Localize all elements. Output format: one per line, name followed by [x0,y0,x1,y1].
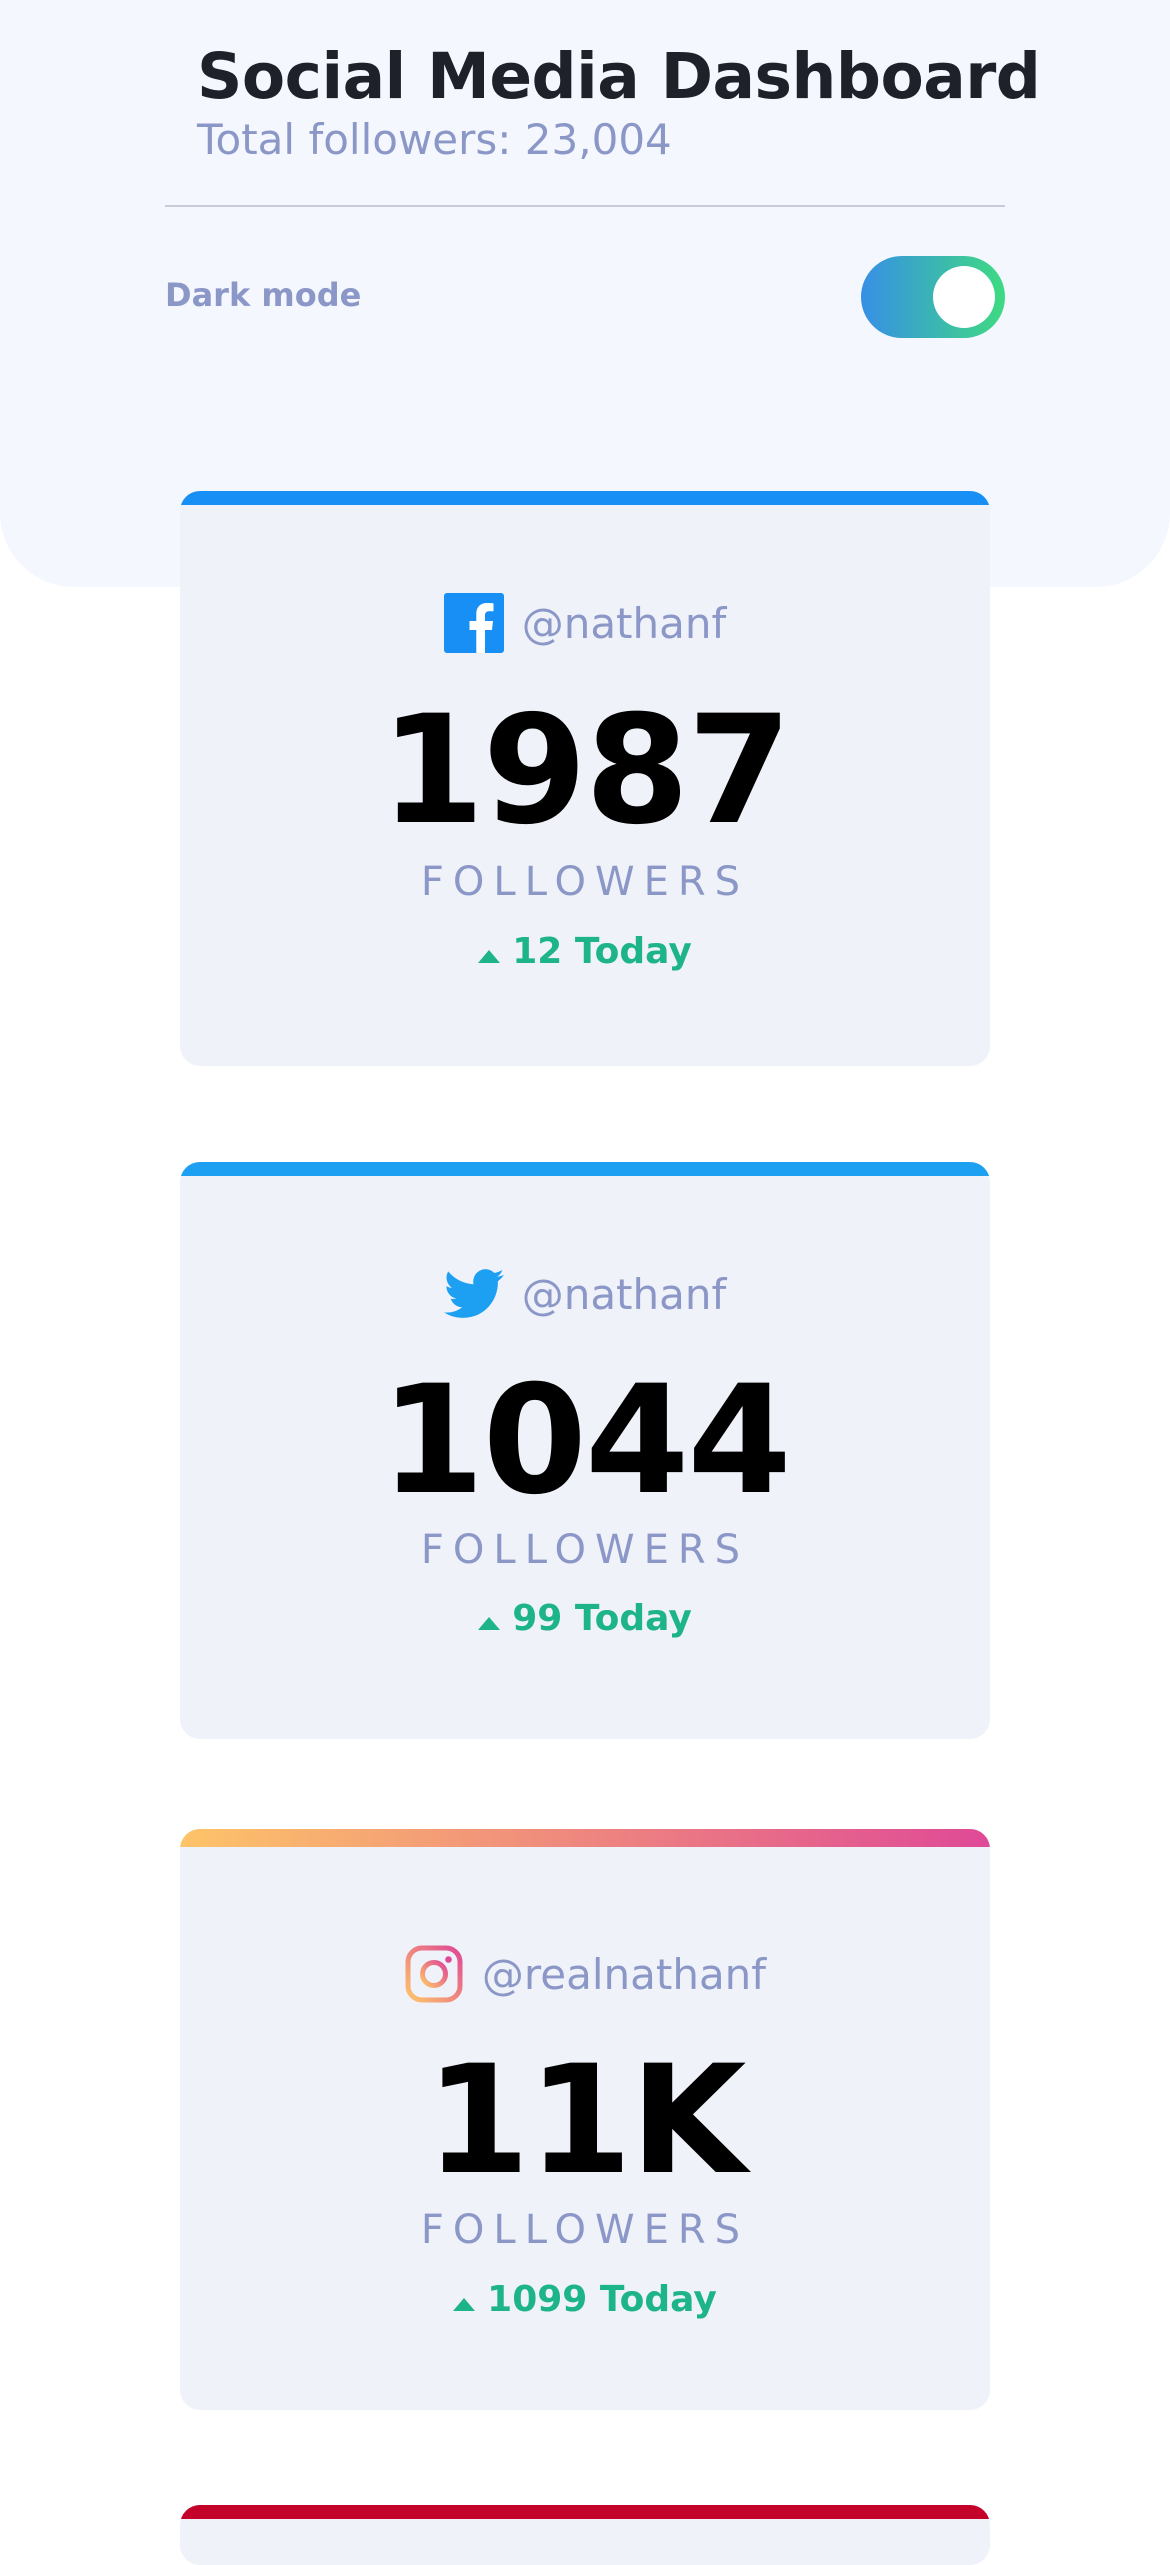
today-change-text: 99 Today [512,1598,692,1639]
page-title: Social Media Dashboard [197,40,1041,113]
card-accent-bar [180,1162,990,1176]
total-followers: Total followers: 23,004 [197,115,672,164]
followers-label: FOLLOWERS [420,859,750,905]
dark-mode-toggle[interactable] [861,256,1005,338]
card-accent-bar [180,491,990,505]
card-accent-bar [180,1829,990,1847]
followers-label: FOLLOWERS [420,2207,750,2253]
today-change: 1099 Today [180,2282,990,2318]
followers-label: FOLLOWERS [420,1527,750,1573]
today-change: 12 Today [180,934,990,970]
up-arrow-icon [453,2297,476,2311]
instagram-icon [404,1944,464,2004]
up-arrow-icon [478,949,501,963]
card-handle-row: @nathanf [180,1262,990,1326]
facebook-card[interactable]: @nathanf 1987 FOLLOWERS 12 Today [180,491,990,1066]
today-change-text: 12 Today [512,931,692,972]
dark-mode-label: Dark mode [165,276,362,314]
today-change: 99 Today [180,1601,990,1637]
divider [165,205,1005,207]
card-accent-bar [180,2505,990,2519]
card-handle: @nathanf [521,1269,727,1319]
card-handle: @realnathanf [481,1949,767,1999]
follower-count: 1044 [380,1354,791,1528]
instagram-card[interactable]: @realnathanf 11K FOLLOWERS 1099 Today [180,1829,990,2410]
follower-count: 11K [425,2034,747,2208]
toggle-knob [933,266,995,328]
facebook-icon [443,593,504,653]
twitter-card[interactable]: @nathanf 1044 FOLLOWERS 99 Today [180,1162,990,1739]
today-change-text: 1099 Today [487,2279,717,2320]
up-arrow-icon [478,1616,501,1630]
card-handle: @nathanf [521,598,727,648]
card-handle-row: @nathanf [180,591,990,655]
card-handle-row: @realnathanf [180,1942,990,2006]
follower-count: 1987 [380,684,791,858]
twitter-icon [443,1264,504,1324]
youtube-card[interactable] [180,2505,990,2565]
